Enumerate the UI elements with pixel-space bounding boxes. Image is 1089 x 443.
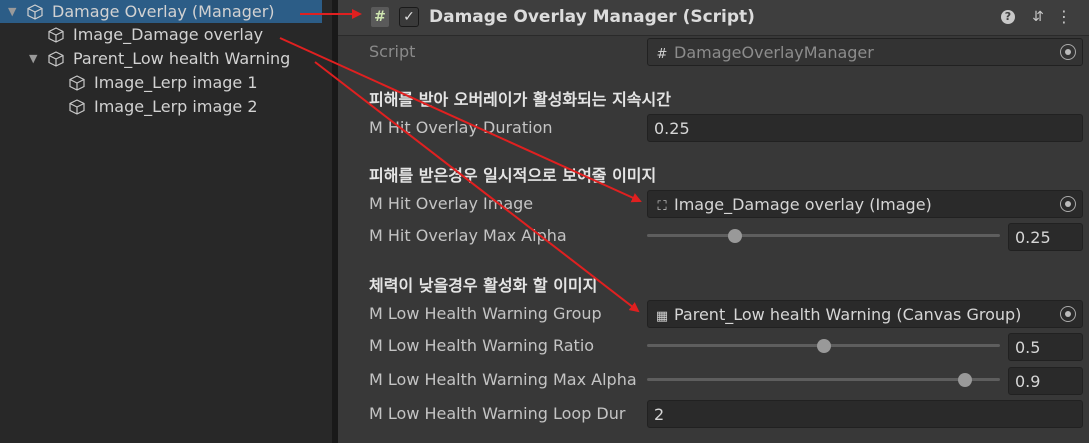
canvas-group-icon: ▦ — [655, 309, 669, 324]
hit-alpha-slider[interactable] — [647, 234, 1000, 237]
hierarchy-item-label: Damage Overlay (Manager) — [52, 2, 275, 21]
object-picker-icon[interactable] — [1060, 196, 1076, 212]
cube-icon — [48, 51, 64, 67]
low-ratio-value: 0.5 — [1015, 338, 1041, 357]
hit-image-value: Image_Damage overlay (Image) — [674, 195, 932, 214]
script-label: Script — [369, 42, 416, 61]
preset-icon[interactable]: ⇵ — [1029, 8, 1047, 26]
hit-alpha-slider-thumb[interactable] — [728, 229, 743, 243]
low-group-label: M Low Health Warning Group — [369, 304, 602, 323]
low-group-value: Parent_Low health Warning (Canvas Group) — [674, 305, 1022, 324]
low-ratio-label: M Low Health Warning Ratio — [369, 336, 595, 355]
script-icon: # — [371, 7, 389, 27]
more-icon[interactable]: ⋮ — [1055, 8, 1073, 26]
low-alpha-slider-thumb[interactable] — [957, 373, 972, 387]
hierarchy-item-label: Parent_Low health Warning — [73, 49, 291, 68]
expand-arrow-icon[interactable]: ▼ — [8, 0, 16, 23]
hit-duration-value: 0.25 — [654, 119, 690, 138]
expand-arrow-icon[interactable]: ▼ — [29, 47, 37, 70]
hierarchy-item-label: Image_Lerp image 2 — [94, 97, 258, 116]
section-header-hit-image: 피해를 받은경우 일시적으로 보여줄 이미지 — [369, 166, 657, 185]
low-loop-value: 2 — [654, 405, 665, 424]
hierarchy-panel: ▼ Damage Overlay (Manager) Image_Damage … — [0, 0, 332, 443]
low-ratio-field[interactable]: 0.5 — [1008, 333, 1083, 361]
low-alpha-value: 0.9 — [1015, 372, 1041, 391]
object-picker-icon[interactable] — [1060, 306, 1076, 322]
cube-icon — [69, 75, 85, 91]
component-enabled-checkbox[interactable]: ✓ — [399, 7, 419, 27]
component-title: Damage Overlay Manager (Script) — [429, 7, 755, 27]
section-header-hit-duration: 피해를 받아 오버레이가 활성화되는 지속시간 — [369, 90, 671, 109]
hierarchy-item-label: Image_Lerp image 1 — [94, 73, 258, 92]
cube-icon — [27, 4, 43, 20]
section-header-low-health: 체력이 낮을경우 활성화 할 이미지 — [369, 276, 598, 295]
low-group-field[interactable]: ▦ Parent_Low health Warning (Canvas Group… — [647, 300, 1083, 328]
hit-image-field[interactable]: ⛶ Image_Damage overlay (Image) — [647, 190, 1083, 218]
hierarchy-item-label: Image_Damage overlay — [73, 25, 264, 44]
low-ratio-slider-thumb[interactable] — [816, 339, 831, 353]
hit-image-label: M Hit Overlay Image — [369, 194, 534, 213]
low-alpha-label: M Low Health Warning Max Alpha — [369, 370, 637, 389]
low-loop-field[interactable]: 2 — [647, 400, 1083, 428]
low-loop-label: M Low Health Warning Loop Dur — [369, 404, 626, 423]
script-value: DamageOverlayManager — [674, 43, 874, 62]
help-icon[interactable]: ? — [1001, 10, 1015, 24]
component-header[interactable]: # ✓ Damage Overlay Manager (Script) ? ⇵ … — [338, 0, 1089, 36]
hit-duration-field[interactable]: 0.25 — [647, 114, 1083, 142]
inspector-panel: # ✓ Damage Overlay Manager (Script) ? ⇵ … — [338, 0, 1089, 443]
script-icon: # — [656, 47, 668, 62]
hit-duration-label: M Hit Overlay Duration — [369, 118, 553, 137]
script-field: # DamageOverlayManager — [647, 38, 1083, 66]
hit-alpha-value: 0.25 — [1015, 228, 1051, 247]
hierarchy-item-damage-overlay-manager[interactable]: ▼ Damage Overlay (Manager) — [0, 0, 322, 23]
low-alpha-slider[interactable] — [647, 378, 1000, 381]
object-picker-icon — [1060, 44, 1076, 60]
cube-icon — [69, 99, 85, 115]
hit-alpha-field[interactable]: 0.25 — [1008, 223, 1083, 251]
hit-alpha-label: M Hit Overlay Max Alpha — [369, 226, 567, 245]
image-icon: ⛶ — [657, 199, 667, 214]
low-alpha-field[interactable]: 0.9 — [1008, 367, 1083, 395]
cube-icon — [48, 27, 64, 43]
